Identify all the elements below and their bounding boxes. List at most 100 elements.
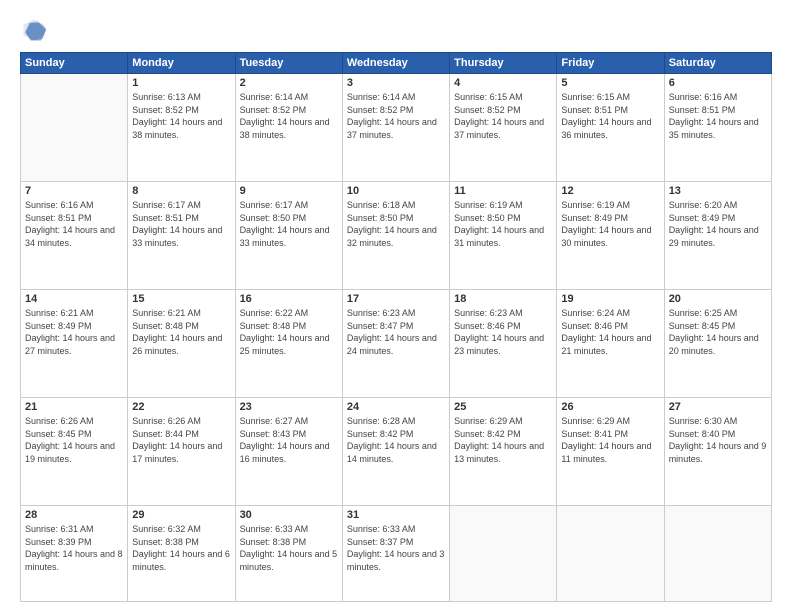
day-number: 29 <box>132 509 230 521</box>
day-info: Sunrise: 6:24 AMSunset: 8:46 PMDaylight:… <box>561 307 659 357</box>
calendar-cell: 8 Sunrise: 6:17 AMSunset: 8:51 PMDaylight… <box>128 182 235 290</box>
day-info: Sunrise: 6:31 AMSunset: 8:39 PMDaylight:… <box>25 523 123 573</box>
day-info: Sunrise: 6:16 AMSunset: 8:51 PMDaylight:… <box>25 199 123 249</box>
day-number: 7 <box>25 185 123 197</box>
day-info: Sunrise: 6:17 AMSunset: 8:51 PMDaylight:… <box>132 199 230 249</box>
calendar-cell <box>21 74 128 182</box>
day-number: 16 <box>240 293 338 305</box>
day-number: 6 <box>669 77 767 89</box>
calendar-cell: 9 Sunrise: 6:17 AMSunset: 8:50 PMDaylight… <box>235 182 342 290</box>
day-info: Sunrise: 6:26 AMSunset: 8:45 PMDaylight:… <box>25 415 123 465</box>
calendar-cell: 12 Sunrise: 6:19 AMSunset: 8:49 PMDayligh… <box>557 182 664 290</box>
day-info: Sunrise: 6:13 AMSunset: 8:52 PMDaylight:… <box>132 91 230 141</box>
header <box>20 16 772 44</box>
calendar-header-sunday: Sunday <box>21 53 128 74</box>
page: SundayMondayTuesdayWednesdayThursdayFrid… <box>0 0 792 612</box>
calendar-cell: 15 Sunrise: 6:21 AMSunset: 8:48 PMDayligh… <box>128 290 235 398</box>
calendar-cell: 31 Sunrise: 6:33 AMSunset: 8:37 PMDayligh… <box>342 506 449 602</box>
day-info: Sunrise: 6:25 AMSunset: 8:45 PMDaylight:… <box>669 307 767 357</box>
calendar-header-monday: Monday <box>128 53 235 74</box>
calendar-header-row: SundayMondayTuesdayWednesdayThursdayFrid… <box>21 53 772 74</box>
day-info: Sunrise: 6:26 AMSunset: 8:44 PMDaylight:… <box>132 415 230 465</box>
calendar-cell: 11Sunrise: 6:19 AMSunset: 8:50 PMDayligh… <box>450 182 557 290</box>
calendar-cell <box>557 506 664 602</box>
calendar-cell: 26 Sunrise: 6:29 AMSunset: 8:41 PMDayligh… <box>557 398 664 506</box>
day-info: Sunrise: 6:23 AMSunset: 8:47 PMDaylight:… <box>347 307 445 357</box>
day-info: Sunrise: 6:30 AMSunset: 8:40 PMDaylight:… <box>669 415 767 465</box>
day-info: Sunrise: 6:27 AMSunset: 8:43 PMDaylight:… <box>240 415 338 465</box>
day-info: Sunrise: 6:19 AMSunset: 8:49 PMDaylight:… <box>561 199 659 249</box>
calendar-cell: 23 Sunrise: 6:27 AMSunset: 8:43 PMDayligh… <box>235 398 342 506</box>
calendar-cell: 6 Sunrise: 6:16 AMSunset: 8:51 PMDaylight… <box>664 74 771 182</box>
day-info: Sunrise: 6:18 AMSunset: 8:50 PMDaylight:… <box>347 199 445 249</box>
day-number: 30 <box>240 509 338 521</box>
day-number: 24 <box>347 401 445 413</box>
day-info: Sunrise: 6:28 AMSunset: 8:42 PMDaylight:… <box>347 415 445 465</box>
day-number: 26 <box>561 401 659 413</box>
calendar-cell <box>664 506 771 602</box>
calendar-cell: 20 Sunrise: 6:25 AMSunset: 8:45 PMDayligh… <box>664 290 771 398</box>
day-number: 23 <box>240 401 338 413</box>
day-info: Sunrise: 6:33 AMSunset: 8:37 PMDaylight:… <box>347 523 445 573</box>
day-number: 31 <box>347 509 445 521</box>
calendar-week-row: 14Sunrise: 6:21 AMSunset: 8:49 PMDayligh… <box>21 290 772 398</box>
day-number: 2 <box>240 77 338 89</box>
calendar-header-friday: Friday <box>557 53 664 74</box>
calendar-cell: 29 Sunrise: 6:32 AMSunset: 8:38 PMDayligh… <box>128 506 235 602</box>
calendar-cell: 2 Sunrise: 6:14 AMSunset: 8:52 PMDaylight… <box>235 74 342 182</box>
calendar-header-tuesday: Tuesday <box>235 53 342 74</box>
calendar-cell: 14Sunrise: 6:21 AMSunset: 8:49 PMDayligh… <box>21 290 128 398</box>
day-number: 28 <box>25 509 123 521</box>
day-info: Sunrise: 6:16 AMSunset: 8:51 PMDaylight:… <box>669 91 767 141</box>
day-number: 15 <box>132 293 230 305</box>
calendar-header-thursday: Thursday <box>450 53 557 74</box>
calendar-header-saturday: Saturday <box>664 53 771 74</box>
calendar-week-row: 1 Sunrise: 6:13 AMSunset: 8:52 PMDaylight… <box>21 74 772 182</box>
day-info: Sunrise: 6:22 AMSunset: 8:48 PMDaylight:… <box>240 307 338 357</box>
logo <box>20 16 52 44</box>
day-number: 3 <box>347 77 445 89</box>
day-info: Sunrise: 6:29 AMSunset: 8:41 PMDaylight:… <box>561 415 659 465</box>
calendar-cell: 4 Sunrise: 6:15 AMSunset: 8:52 PMDaylight… <box>450 74 557 182</box>
day-number: 11 <box>454 185 552 197</box>
day-info: Sunrise: 6:17 AMSunset: 8:50 PMDaylight:… <box>240 199 338 249</box>
calendar-week-row: 28 Sunrise: 6:31 AMSunset: 8:39 PMDayligh… <box>21 506 772 602</box>
calendar-cell: 22Sunrise: 6:26 AMSunset: 8:44 PMDayligh… <box>128 398 235 506</box>
day-number: 10 <box>347 185 445 197</box>
day-info: Sunrise: 6:23 AMSunset: 8:46 PMDaylight:… <box>454 307 552 357</box>
calendar-cell: 30 Sunrise: 6:33 AMSunset: 8:38 PMDayligh… <box>235 506 342 602</box>
day-info: Sunrise: 6:15 AMSunset: 8:52 PMDaylight:… <box>454 91 552 141</box>
day-info: Sunrise: 6:14 AMSunset: 8:52 PMDaylight:… <box>240 91 338 141</box>
calendar-cell: 7 Sunrise: 6:16 AMSunset: 8:51 PMDaylight… <box>21 182 128 290</box>
calendar-week-row: 7 Sunrise: 6:16 AMSunset: 8:51 PMDaylight… <box>21 182 772 290</box>
calendar-cell <box>450 506 557 602</box>
day-number: 12 <box>561 185 659 197</box>
day-info: Sunrise: 6:33 AMSunset: 8:38 PMDaylight:… <box>240 523 338 573</box>
calendar-header-wednesday: Wednesday <box>342 53 449 74</box>
day-number: 13 <box>669 185 767 197</box>
day-info: Sunrise: 6:15 AMSunset: 8:51 PMDaylight:… <box>561 91 659 141</box>
calendar-cell: 16 Sunrise: 6:22 AMSunset: 8:48 PMDayligh… <box>235 290 342 398</box>
calendar-week-row: 21 Sunrise: 6:26 AMSunset: 8:45 PMDayligh… <box>21 398 772 506</box>
day-number: 4 <box>454 77 552 89</box>
calendar-cell: 19Sunrise: 6:24 AMSunset: 8:46 PMDayligh… <box>557 290 664 398</box>
day-number: 8 <box>132 185 230 197</box>
day-number: 17 <box>347 293 445 305</box>
calendar-cell: 17 Sunrise: 6:23 AMSunset: 8:47 PMDayligh… <box>342 290 449 398</box>
day-number: 27 <box>669 401 767 413</box>
calendar-cell: 1 Sunrise: 6:13 AMSunset: 8:52 PMDaylight… <box>128 74 235 182</box>
day-number: 20 <box>669 293 767 305</box>
calendar-cell: 28 Sunrise: 6:31 AMSunset: 8:39 PMDayligh… <box>21 506 128 602</box>
calendar-cell: 21 Sunrise: 6:26 AMSunset: 8:45 PMDayligh… <box>21 398 128 506</box>
day-info: Sunrise: 6:29 AMSunset: 8:42 PMDaylight:… <box>454 415 552 465</box>
day-info: Sunrise: 6:32 AMSunset: 8:38 PMDaylight:… <box>132 523 230 573</box>
day-number: 18 <box>454 293 552 305</box>
day-number: 1 <box>132 77 230 89</box>
calendar-cell: 18 Sunrise: 6:23 AMSunset: 8:46 PMDayligh… <box>450 290 557 398</box>
calendar-cell: 27 Sunrise: 6:30 AMSunset: 8:40 PMDayligh… <box>664 398 771 506</box>
day-number: 9 <box>240 185 338 197</box>
day-number: 25 <box>454 401 552 413</box>
day-number: 21 <box>25 401 123 413</box>
day-info: Sunrise: 6:21 AMSunset: 8:48 PMDaylight:… <box>132 307 230 357</box>
day-number: 5 <box>561 77 659 89</box>
